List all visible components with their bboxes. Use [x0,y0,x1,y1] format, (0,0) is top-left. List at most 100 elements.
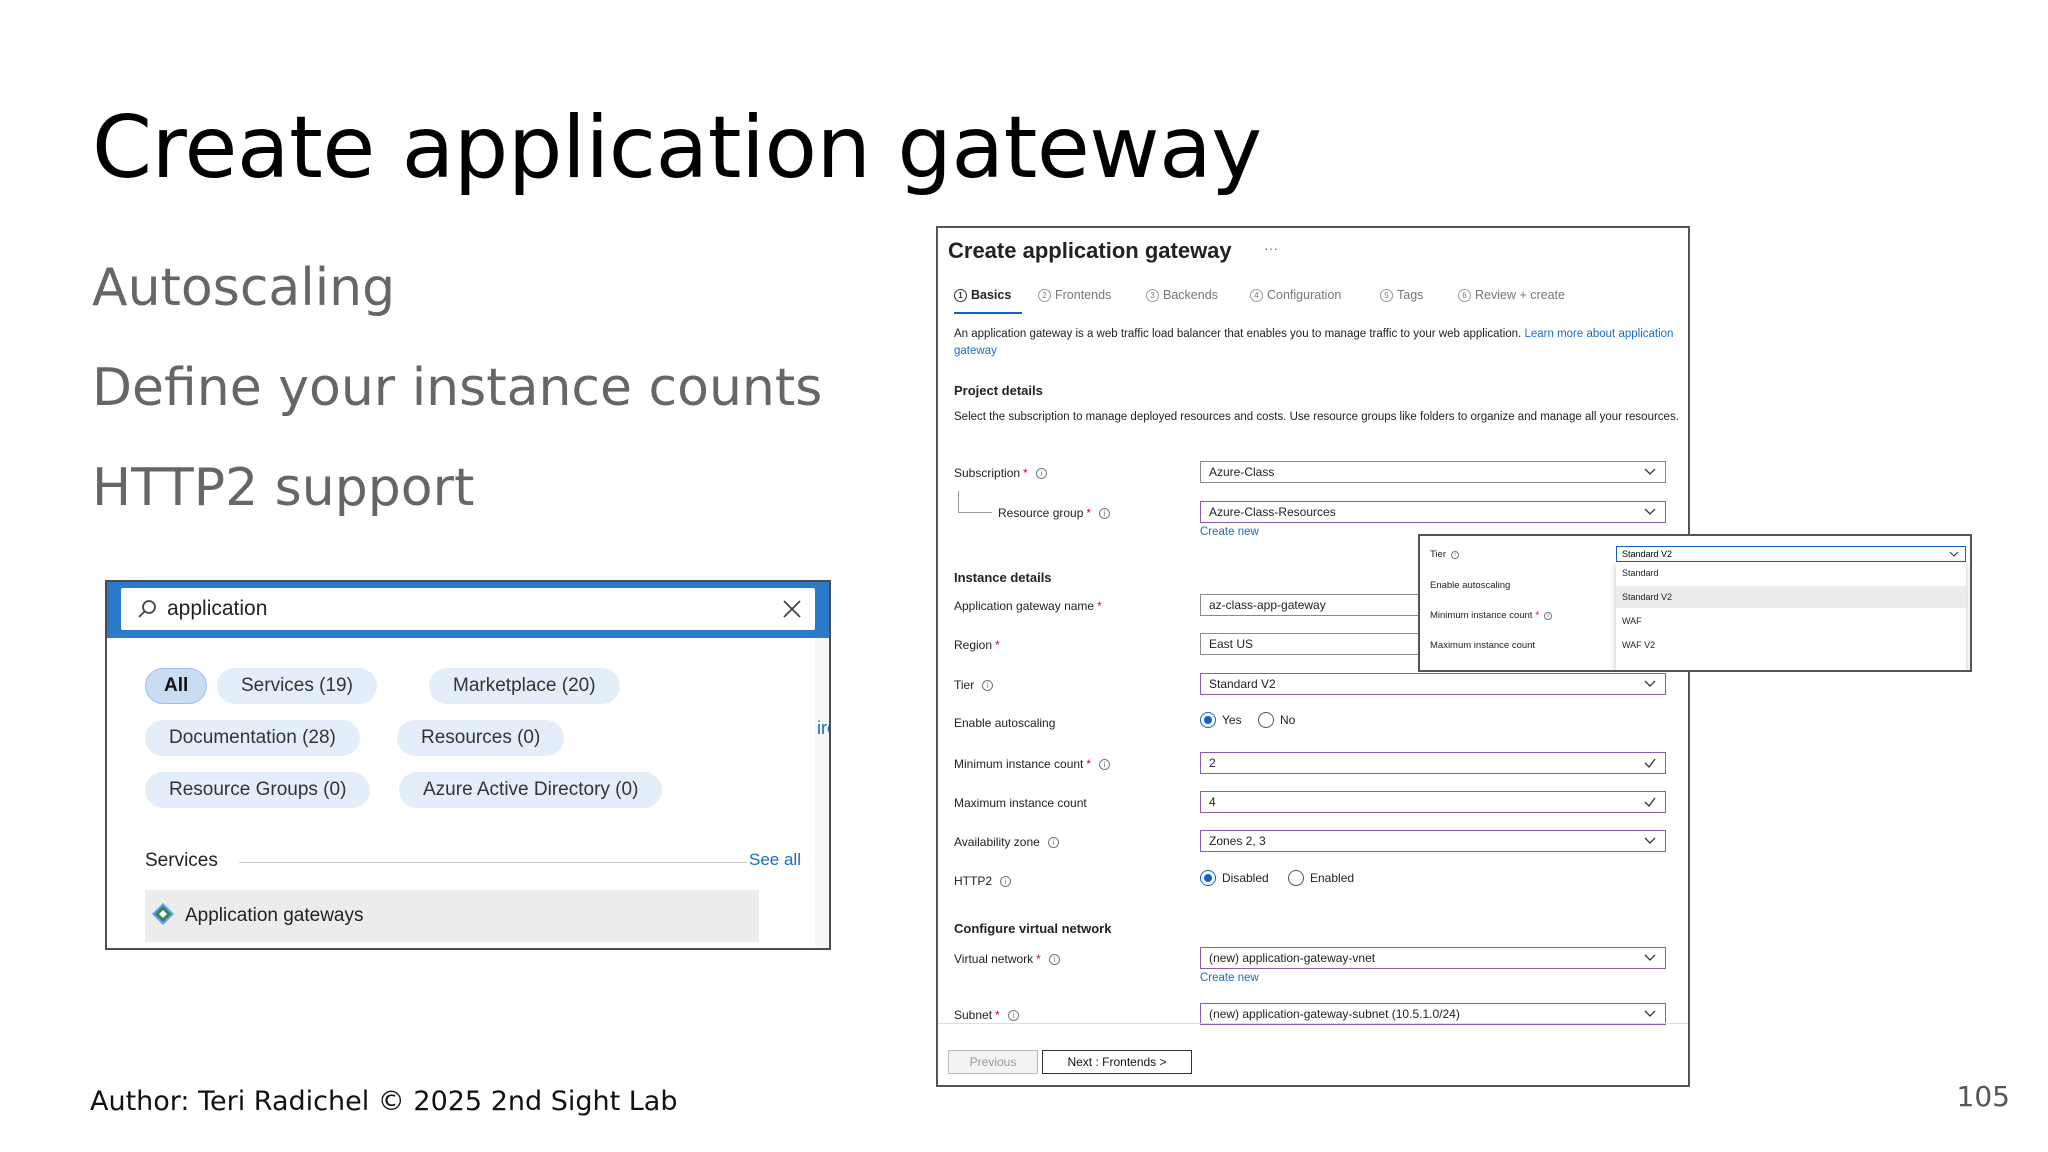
subnet-select[interactable]: (new) application-gateway-subnet (10.5.1… [1200,1003,1666,1025]
info-icon[interactable]: i [1000,875,1012,887]
autoscaling-no-radio[interactable]: No [1258,712,1295,728]
search-input[interactable]: application [167,597,267,621]
tab-label: Frontends [1055,288,1112,302]
label-text: Availability zone [954,835,1040,849]
tier-select[interactable]: Standard V2 [1200,673,1666,695]
info-icon[interactable]: i [1035,467,1047,479]
chevron-down-icon [1644,680,1656,687]
chevron-down-icon [1949,551,1959,557]
tab-label: Tags [1397,288,1424,302]
services-divider [239,862,747,863]
label-text: Tier [1430,549,1447,560]
select-value: Azure-Class [1209,465,1275,479]
author-credit: Author: Teri Radichel © 2025 2nd Sight L… [90,1086,678,1117]
radio-unselected-icon [1288,870,1304,886]
tier-label: Tier i [954,678,994,692]
intro-sentence: An application gateway is a web traffic … [954,328,1522,340]
application-gateway-icon [151,902,175,930]
tab-label: Configuration [1267,288,1342,302]
slide-title: Create application gateway [92,98,1262,198]
tab-number: 1 [954,288,967,302]
create-new-resource-group-link[interactable]: Create new [1200,526,1259,538]
http2-label: HTTP2 i [954,874,1012,888]
subscription-select[interactable]: Azure-Class [1200,461,1666,483]
filter-chip-marketplace[interactable]: Marketplace (20) [429,668,620,704]
filter-chip-resources[interactable]: Resources (0) [397,720,565,756]
search-results-panel: All Services (19) Marketplace (20) Docum… [121,638,815,948]
tab-number: 4 [1250,288,1263,302]
min-instance-input[interactable]: 2 [1200,752,1666,774]
autoscaling-yes-radio[interactable]: Yes [1200,712,1242,728]
region-label: Region * [954,638,1000,652]
info-icon: i [1451,550,1460,559]
more-options-icon[interactable]: ··· [1264,240,1278,256]
http2-disabled-radio[interactable]: Disabled [1200,870,1269,886]
tab-configuration[interactable]: 4 Configuration [1250,288,1341,302]
required-marker: * [1086,757,1092,771]
tab-number: 2 [1038,288,1051,302]
overlay-min-label: Minimum instance count * i [1430,610,1553,621]
clear-search-icon[interactable] [777,594,807,624]
label-text: Region [954,638,993,652]
overlay-tier-label: Tier i [1430,549,1460,560]
previous-button[interactable]: Previous [948,1050,1038,1074]
input-value: 4 [1209,795,1216,809]
project-details-description: Select the subscription to manage deploy… [954,411,1679,423]
services-heading: Services [145,850,218,871]
label-text: Resource group [998,506,1084,520]
select-value: (new) application-gateway-subnet (10.5.1… [1209,1007,1460,1021]
info-icon[interactable]: i [982,679,994,691]
select-value: Zones 2, 3 [1209,834,1266,848]
required-marker: * [1097,599,1102,613]
filter-chip-all[interactable]: All [145,668,208,704]
create-new-vnet-link[interactable]: Create new [1200,972,1259,984]
required-marker: * [1535,610,1540,621]
tab-review-create[interactable]: 6 Review + create [1458,288,1565,302]
tab-number: 5 [1380,288,1393,302]
tier-option-waf-v2[interactable]: WAF V2 [1616,634,1966,656]
http2-enabled-radio[interactable]: Enabled [1288,870,1354,886]
filter-chip-services[interactable]: Services (19) [217,668,377,704]
tier-dropdown-zoom: Tier i Enable autoscaling Minimum instanc… [1418,534,1972,672]
info-icon[interactable]: i [1099,758,1111,770]
tab-frontends[interactable]: 2 Frontends [1038,288,1111,302]
info-icon[interactable]: i [1048,953,1060,965]
label-text: HTTP2 [954,874,993,888]
availability-zone-select[interactable]: Zones 2, 3 [1200,830,1666,852]
label-text: Maximum instance count [954,796,1087,810]
tier-option-standard[interactable]: Standard [1616,562,1966,584]
info-icon[interactable]: i [1099,507,1111,519]
background-text-fragment: ire [817,718,829,738]
next-frontends-button[interactable]: Next : Frontends > [1042,1050,1192,1074]
tier-option-standard-v2[interactable]: Standard V2 [1616,586,1966,608]
tier-option-waf[interactable]: WAF [1616,610,1966,632]
info-icon[interactable]: i [1047,836,1059,848]
filter-chip-documentation[interactable]: Documentation (28) [145,720,360,756]
instance-details-heading: Instance details [954,570,1052,585]
result-application-gateways[interactable]: Application gateways [145,890,759,942]
max-instance-input[interactable]: 4 [1200,791,1666,813]
resource-group-select[interactable]: Azure-Class-Resources [1200,501,1666,523]
virtual-network-select[interactable]: (new) application-gateway-vnet [1200,947,1666,969]
bullet-autoscaling: Autoscaling [92,258,396,318]
resource-group-label: Resource group * i [998,506,1111,520]
filter-chip-azure-ad[interactable]: Azure Active Directory (0) [399,772,663,808]
search-box[interactable]: application [121,588,815,630]
tab-basics[interactable]: 1 Basics [954,288,1011,302]
info-icon[interactable]: i [1007,1009,1019,1021]
label-text: Minimum instance count [954,757,1084,771]
label-text: Minimum instance count [1430,610,1533,621]
max-instance-label: Maximum instance count [954,796,1087,810]
intro-text: An application gateway is a web traffic … [954,326,1684,360]
tab-backends[interactable]: 3 Backends [1146,288,1218,302]
chevron-down-icon [1644,468,1656,475]
overlay-tier-select[interactable]: Standard V2 [1616,546,1966,562]
configure-vnet-heading: Configure virtual network [954,921,1112,936]
chevron-down-icon [1644,954,1656,961]
chevron-down-icon [1644,837,1656,844]
filter-chip-resource-groups[interactable]: Resource Groups (0) [145,772,371,808]
see-all-link[interactable]: See all [749,850,801,870]
overlay-max-label: Maximum instance count [1430,640,1535,651]
tab-tags[interactable]: 5 Tags [1380,288,1423,302]
autoscaling-label: Enable autoscaling [954,716,1055,730]
